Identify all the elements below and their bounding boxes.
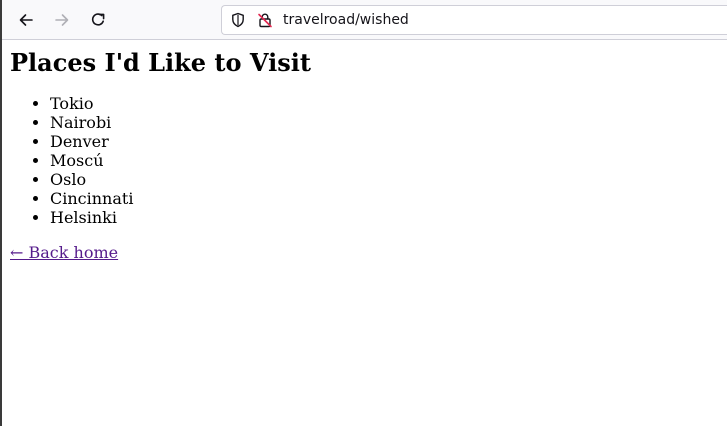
list-item: Moscú bbox=[50, 151, 727, 170]
places-list: Tokio Nairobi Denver Moscú Oslo Cincinna… bbox=[10, 94, 727, 227]
page-content: Places I'd Like to Visit Tokio Nairobi D… bbox=[10, 41, 727, 426]
insecure-lock-icon[interactable] bbox=[257, 12, 273, 28]
forward-button[interactable] bbox=[47, 5, 77, 35]
page-title: Places I'd Like to Visit bbox=[10, 48, 311, 77]
arrow-right-icon bbox=[55, 14, 69, 26]
address-bar[interactable]: travelroad/wished bbox=[221, 5, 727, 35]
list-item: Cincinnati bbox=[50, 189, 727, 208]
reload-icon bbox=[91, 13, 105, 26]
list-item: Nairobi bbox=[50, 113, 727, 132]
list-item: Denver bbox=[50, 132, 727, 151]
list-item: Helsinki bbox=[50, 208, 727, 227]
list-item: Oslo bbox=[50, 170, 727, 189]
browser-toolbar: travelroad/wished bbox=[2, 0, 727, 40]
url-text[interactable]: travelroad/wished bbox=[283, 11, 409, 29]
reload-button[interactable] bbox=[83, 5, 113, 35]
back-home-link[interactable]: ← Back home bbox=[10, 243, 118, 262]
list-item: Tokio bbox=[50, 94, 727, 113]
arrow-left-icon bbox=[19, 14, 33, 26]
back-button[interactable] bbox=[11, 5, 41, 35]
browser-window: travelroad/wished Places I'd Like to Vis… bbox=[0, 0, 727, 426]
shield-icon[interactable] bbox=[230, 12, 246, 28]
